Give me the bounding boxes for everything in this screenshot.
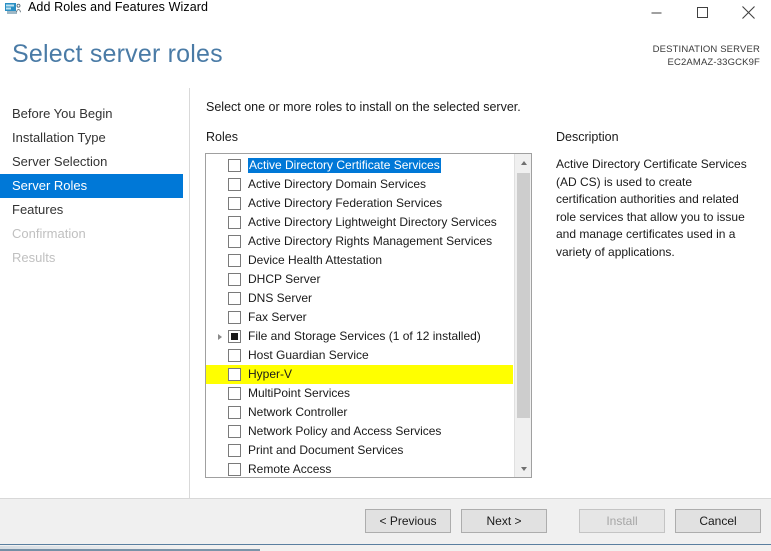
role-label: Host Guardian Service <box>248 348 369 362</box>
role-list-item[interactable]: Active Directory Rights Management Servi… <box>206 232 513 251</box>
role-label: Remote Access <box>248 462 332 476</box>
role-checkbox[interactable] <box>228 425 241 438</box>
role-list-item[interactable]: Active Directory Domain Services <box>206 175 513 194</box>
wizard-footer: < Previous Next > Install Cancel <box>0 498 771 544</box>
role-list-item[interactable]: MultiPoint Services <box>206 384 513 403</box>
role-label: Active Directory Certificate Services <box>248 158 441 173</box>
role-label: DHCP Server <box>248 272 321 286</box>
instruction-text: Select one or more roles to install on t… <box>206 100 521 114</box>
install-button: Install <box>579 509 665 533</box>
role-description-text: Active Directory Certificate Services (A… <box>556 157 747 259</box>
role-checkbox[interactable] <box>228 254 241 267</box>
role-label: MultiPoint Services <box>248 386 351 400</box>
window-title: Add Roles and Features Wizard <box>28 0 209 14</box>
sidebar-item-features[interactable]: Features <box>0 198 189 222</box>
sidebar-item-installation-type[interactable]: Installation Type <box>0 126 189 150</box>
role-checkbox[interactable] <box>228 444 241 457</box>
sidebar-item-label: Before You Begin <box>12 106 113 121</box>
role-checkbox[interactable] <box>228 406 241 419</box>
window-controls <box>633 0 771 24</box>
roles-list-box[interactable]: Active Directory Certificate Services Act… <box>205 153 532 478</box>
role-list-item[interactable]: Fax Server <box>206 308 513 327</box>
role-checkbox[interactable] <box>228 235 241 248</box>
footer-buttons: < Previous Next > Install Cancel <box>365 509 761 533</box>
sidebar-item-label: Server Roles <box>12 178 88 193</box>
role-checkbox[interactable] <box>228 273 241 286</box>
description-section-label: Description <box>556 130 619 144</box>
sidebar-item-label: Confirmation <box>12 226 86 241</box>
previous-button[interactable]: < Previous <box>365 509 451 533</box>
role-checkbox[interactable] <box>228 311 241 324</box>
sidebar-item-server-roles[interactable]: Server Roles <box>0 174 183 198</box>
role-label: Network Policy and Access Services <box>248 424 442 438</box>
role-label: Active Directory Lightweight Directory S… <box>248 215 497 229</box>
role-checkbox[interactable] <box>228 368 241 381</box>
sidebar-item-label: Server Selection <box>12 154 108 169</box>
role-label: Hyper-V <box>248 367 293 381</box>
role-list-item[interactable]: Hyper-V <box>206 365 513 384</box>
chevron-up-icon[interactable] <box>515 154 531 171</box>
role-list-item[interactable]: Active Directory Federation Services <box>206 194 513 213</box>
role-label: Fax Server <box>248 310 307 324</box>
role-label: Device Health Attestation <box>248 253 383 267</box>
role-list-item[interactable]: Network Policy and Access Services <box>206 422 513 441</box>
role-list-item[interactable]: Active Directory Lightweight Directory S… <box>206 213 513 232</box>
wizard-server-icon <box>5 1 23 17</box>
maximize-icon[interactable] <box>679 0 725 24</box>
role-list-item[interactable]: Device Health Attestation <box>206 251 513 270</box>
roles-list: Active Directory Certificate Services Act… <box>206 154 513 477</box>
role-label: Network Controller <box>248 405 348 419</box>
minimize-icon[interactable] <box>633 0 679 24</box>
sidebar-item-results: Results <box>0 246 189 270</box>
title-bar: Add Roles and Features Wizard <box>0 0 771 28</box>
role-checkbox[interactable] <box>228 178 241 191</box>
role-checkbox[interactable] <box>228 292 241 305</box>
role-checkbox[interactable] <box>228 197 241 210</box>
role-list-item[interactable]: DHCP Server <box>206 270 513 289</box>
roles-section-label: Roles <box>206 130 238 144</box>
sidebar-item-confirmation: Confirmation <box>0 222 189 246</box>
page-title: Select server roles <box>12 40 223 68</box>
role-list-item[interactable]: Host Guardian Service <box>206 346 513 365</box>
sidebar-item-label: Installation Type <box>12 130 106 145</box>
taskbar-sliver <box>0 544 771 551</box>
role-checkbox[interactable] <box>228 387 241 400</box>
destination-server-block: DESTINATION SERVER EC2AMAZ-33GCK9F <box>653 43 760 69</box>
sidebar-item-label: Results <box>12 250 56 265</box>
role-label: File and Storage Services (1 of 12 insta… <box>248 329 481 343</box>
next-button[interactable]: Next > <box>461 509 547 533</box>
role-checkbox[interactable] <box>228 159 241 172</box>
role-label: Print and Document Services <box>248 443 404 457</box>
chevron-down-icon[interactable] <box>515 460 531 477</box>
sidebar-item-server-selection[interactable]: Server Selection <box>0 150 189 174</box>
role-list-item[interactable]: Network Controller <box>206 403 513 422</box>
role-list-item[interactable]: Print and Document Services <box>206 441 513 460</box>
cancel-button[interactable]: Cancel <box>675 509 761 533</box>
role-label: Active Directory Domain Services <box>248 177 427 191</box>
scrollbar-thumb[interactable] <box>517 173 530 418</box>
roles-scrollbar[interactable] <box>514 154 531 477</box>
expand-triangle-icon[interactable] <box>214 327 226 346</box>
wizard-step-nav: Before You Begin Installation Type Server … <box>0 88 190 498</box>
sidebar-item-before-you-begin[interactable]: Before You Begin <box>0 102 189 126</box>
role-label: DNS Server <box>248 291 313 305</box>
destination-server-label: DESTINATION SERVER <box>652 44 760 55</box>
wizard-body: Before You Begin Installation Type Server … <box>0 88 771 498</box>
destination-server-name: EC2AMAZ-33GCK9F <box>667 57 760 68</box>
sidebar-item-label: Features <box>12 202 64 217</box>
role-list-item[interactable]: Remote Access <box>206 460 513 477</box>
add-roles-wizard-window: Add Roles and Features Wizard Select ser… <box>0 0 771 551</box>
page-header: Select server roles DESTINATION SERVER E… <box>0 28 771 88</box>
role-checkbox[interactable] <box>228 216 241 229</box>
role-list-item[interactable]: File and Storage Services (1 of 12 insta… <box>206 327 513 346</box>
role-checkbox[interactable] <box>228 349 241 362</box>
close-icon[interactable] <box>725 0 771 24</box>
role-checkbox[interactable] <box>228 330 241 343</box>
role-list-item[interactable]: DNS Server <box>206 289 513 308</box>
role-label: Active Directory Federation Services <box>248 196 443 210</box>
role-label: Active Directory Rights Management Servi… <box>248 234 493 248</box>
role-checkbox[interactable] <box>228 463 241 476</box>
wizard-content: Select one or more roles to install on t… <box>190 88 771 498</box>
role-list-item[interactable]: Active Directory Certificate Services <box>206 156 513 175</box>
